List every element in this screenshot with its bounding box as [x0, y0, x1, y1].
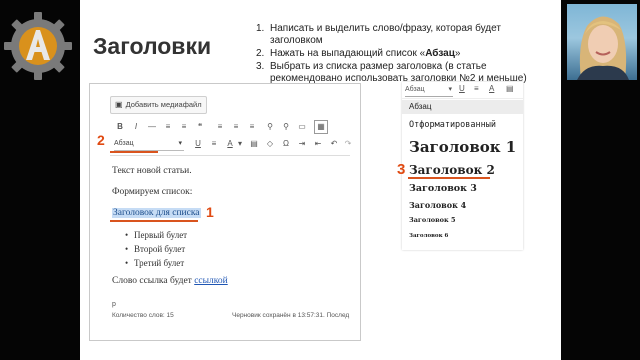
chevron-down-icon[interactable]: ▾ [234, 138, 246, 150]
paragraph: Формируем список: [112, 187, 193, 197]
dropdown-item-heading-6[interactable]: Заголовок 6 [409, 233, 448, 239]
dropdown-toolbar: Абзац ▾ U ≡ A ▤ [402, 82, 523, 99]
slide-title: Заголовки [93, 33, 212, 59]
justify-icon[interactable]: ≡ [208, 138, 220, 150]
special-char-icon[interactable]: Ω [280, 138, 292, 150]
italic-icon[interactable]: I [130, 121, 142, 133]
blockquote-icon[interactable]: ❝ [194, 121, 206, 133]
media-icon: ▣ [115, 100, 123, 109]
text-color-icon[interactable]: A [489, 84, 494, 93]
list-item: Первый булет [125, 230, 187, 240]
dropdown-item-heading-5[interactable]: Заголовок 5 [409, 216, 455, 224]
format-select[interactable]: Абзац ▾ [114, 137, 184, 151]
remove-link-icon[interactable]: ⚲ [280, 121, 292, 133]
annotation-underline [110, 220, 198, 222]
undo-icon[interactable]: ↶ [328, 138, 340, 150]
numbered-list-icon[interactable]: ≡ [178, 121, 190, 133]
paste-text-icon[interactable]: ▤ [248, 138, 260, 150]
annotation-underline [408, 177, 490, 179]
draft-saved-status: Черновик сохранён в 13:57:31. Послед [232, 312, 350, 319]
post-editor: ▣ Добавить медиафайл B I — ≡ ≡ ❝ ≡ ≡ ≡ ⚲… [89, 83, 361, 341]
right-side-panel [561, 0, 640, 360]
underline-icon[interactable]: U [192, 138, 204, 150]
outdent-icon[interactable]: ⇤ [312, 138, 324, 150]
format-select[interactable]: Абзац ▾ [405, 84, 453, 97]
paste-text-icon[interactable]: ▤ [506, 84, 514, 93]
dropdown-item-heading-2[interactable]: Заголовок 2 [409, 163, 495, 177]
align-center-icon[interactable]: ≡ [230, 121, 242, 133]
align-right-icon[interactable]: ≡ [246, 121, 258, 133]
dropdown-item-heading-1[interactable]: Заголовок 1 [409, 138, 516, 156]
indent-icon[interactable]: ⇥ [296, 138, 308, 150]
paragraph: Текст новой статьи. [112, 166, 192, 176]
slide: Заголовки 1. Написать и выделить слово/ф… [80, 0, 561, 360]
presenter-avatar [567, 4, 637, 80]
chevron-down-icon: ▾ [178, 140, 182, 147]
dropdown-item-heading-3[interactable]: Заголовок 3 [409, 183, 477, 194]
redo-icon[interactable]: ↷ [342, 138, 354, 150]
instruction-step-1: 1. Написать и выделить слово/фразу, кото… [256, 23, 501, 46]
strikethrough-icon[interactable]: — [146, 121, 158, 133]
annotation-number-2: 2 [97, 132, 105, 148]
paragraph-with-link: Слово ссылка будет ссылкой [112, 276, 228, 286]
annotation-number-3: 3 [397, 161, 406, 178]
list-item: Второй булет [125, 244, 185, 254]
instruction-step-2: 2. Нажать на выпадающий список «Абзац» [256, 48, 461, 59]
bullet-list-icon[interactable]: ≡ [162, 121, 174, 133]
dropdown-item-paragraph[interactable]: Абзац [409, 102, 431, 111]
align-left-icon[interactable]: ≡ [214, 121, 226, 133]
read-more-icon[interactable]: ▭ [296, 121, 308, 133]
toolbar-toggle-icon[interactable]: ▦ [314, 120, 328, 134]
element-path: p [112, 301, 116, 308]
insert-link-icon[interactable]: ⚲ [264, 121, 276, 133]
gear-logo-icon [4, 12, 72, 80]
content-link[interactable]: ссылкой [194, 276, 228, 286]
format-dropdown-menu: Абзац ▾ U ≡ A ▤ Абзац Отформатированный … [402, 82, 523, 250]
underline-icon[interactable]: U [459, 84, 465, 93]
clear-formatting-icon[interactable]: ◇ [264, 138, 276, 150]
justify-icon[interactable]: ≡ [474, 84, 479, 93]
annotation-underline [110, 151, 158, 153]
annotation-number-1: 1 [206, 204, 214, 220]
selected-heading-text: Заголовок для списка [112, 208, 201, 218]
instruction-list: 1. Написать и выделить слово/фразу, кото… [256, 23, 556, 86]
left-side-panel [0, 0, 80, 360]
dropdown-item-preformatted[interactable]: Отформатированный [409, 120, 496, 130]
editor-status-bar: Количество слов: 15 Черновик сохранён в … [112, 312, 352, 319]
add-media-button[interactable]: ▣ Добавить медиафайл [110, 96, 207, 114]
list-item: Третий булет [125, 258, 184, 268]
chevron-down-icon: ▾ [448, 86, 452, 93]
bold-icon[interactable]: B [114, 121, 126, 133]
word-count: Количество слов: 15 [112, 312, 174, 319]
dropdown-item-heading-4[interactable]: Заголовок 4 [409, 200, 466, 210]
